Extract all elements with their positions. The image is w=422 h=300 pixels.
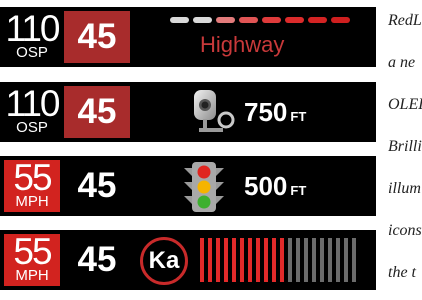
signal-bar	[320, 238, 324, 282]
highway-dash	[239, 17, 258, 23]
signal-bar	[344, 238, 348, 282]
traffic-light-icon	[184, 162, 224, 212]
display-panel-speed-camera: 110 OSP 45 750 FT	[0, 82, 376, 142]
display-panel-red-light: 55 MPH 45 500 FT	[0, 156, 376, 216]
signal-bar	[264, 238, 268, 282]
signal-bar	[336, 238, 340, 282]
signal-bar	[200, 238, 204, 282]
highway-dash	[262, 17, 281, 23]
signal-bar	[328, 238, 332, 282]
signal-bar	[280, 238, 284, 282]
current-speed-block: 55 MPH	[4, 231, 60, 286]
speed-limit-value: 45	[64, 86, 130, 138]
side-text-line: icons	[388, 222, 422, 239]
side-text-line: Brilli	[388, 138, 422, 155]
distance-value: 750	[244, 97, 288, 127]
signal-bar	[232, 238, 236, 282]
road-type-label: Highway	[200, 32, 285, 57]
highway-dash	[193, 17, 212, 23]
display-panel-radar-ka: 55 MPH 45 Ka	[0, 230, 376, 290]
side-text-line: illum	[388, 180, 421, 197]
highway-dash	[308, 17, 327, 23]
signal-bar	[256, 238, 260, 282]
speed-limit-value: 45	[77, 240, 117, 279]
distance-unit: FT	[290, 109, 307, 124]
signal-bar	[272, 238, 276, 282]
alert-distance: 750 FT	[244, 97, 306, 132]
signal-bar	[304, 238, 308, 282]
signal-bar	[312, 238, 316, 282]
highway-dash	[331, 17, 350, 23]
speed-unit-label: MPH	[15, 193, 49, 210]
current-speed-value: 55	[13, 231, 52, 272]
distance-unit: FT	[290, 183, 307, 198]
signal-bar	[352, 238, 356, 282]
current-speed-value: 55	[13, 157, 52, 198]
current-speed-block: 110 OSP	[4, 83, 61, 138]
side-text-line: the t	[388, 264, 416, 281]
highway-dash	[216, 17, 235, 23]
signal-bar	[216, 238, 220, 282]
alert-distance: 500 FT	[244, 171, 306, 206]
speed-unit-label: MPH	[15, 267, 49, 284]
side-text-line: a ne	[388, 54, 416, 71]
signal-bar	[296, 238, 300, 282]
signal-bar	[208, 238, 212, 282]
signal-bar	[240, 238, 244, 282]
distance-value: 500	[244, 171, 288, 201]
side-text-line: OLEL	[388, 96, 422, 113]
current-speed-block: 55 MPH	[4, 157, 60, 212]
signal-bar	[248, 238, 252, 282]
radar-band-badge: Ka	[140, 237, 188, 285]
highway-dash	[170, 17, 189, 23]
display-panel-highway: 110 OSP 45 Highway	[0, 7, 376, 67]
signal-bar	[288, 238, 292, 282]
signal-bar	[224, 238, 228, 282]
highway-dash	[285, 17, 304, 23]
speed-limit-value: 45	[64, 11, 130, 63]
speed-camera-icon	[194, 90, 235, 132]
current-speed-value: 110	[5, 83, 61, 124]
side-text-line: RedL	[388, 12, 422, 29]
current-speed-value: 110	[5, 8, 61, 49]
current-speed-block: 110 OSP	[4, 8, 61, 63]
speed-limit-value: 45	[77, 166, 117, 205]
